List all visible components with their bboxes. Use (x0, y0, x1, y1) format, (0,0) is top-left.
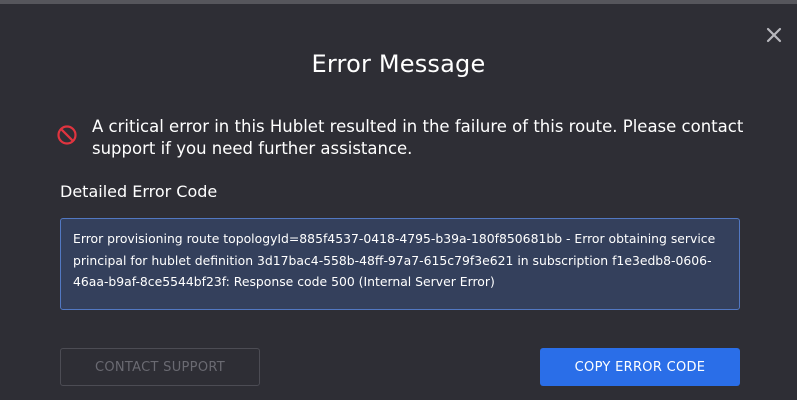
no-entry-icon (57, 125, 77, 145)
error-modal: Error Message A critical error in this H… (0, 4, 797, 400)
close-button[interactable] (763, 24, 785, 46)
error-alert: A critical error in this Hublet resulted… (56, 116, 746, 160)
close-icon (766, 27, 782, 43)
modal-title: Error Message (311, 50, 486, 78)
contact-support-button[interactable]: CONTACT SUPPORT (60, 348, 260, 386)
detail-label: Detailed Error Code (60, 182, 218, 201)
alert-message: A critical error in this Hublet resulted… (92, 117, 744, 158)
copy-error-code-button[interactable]: COPY ERROR CODE (540, 348, 740, 386)
error-code-box[interactable]: Error provisioning route topologyId=885f… (60, 218, 740, 310)
